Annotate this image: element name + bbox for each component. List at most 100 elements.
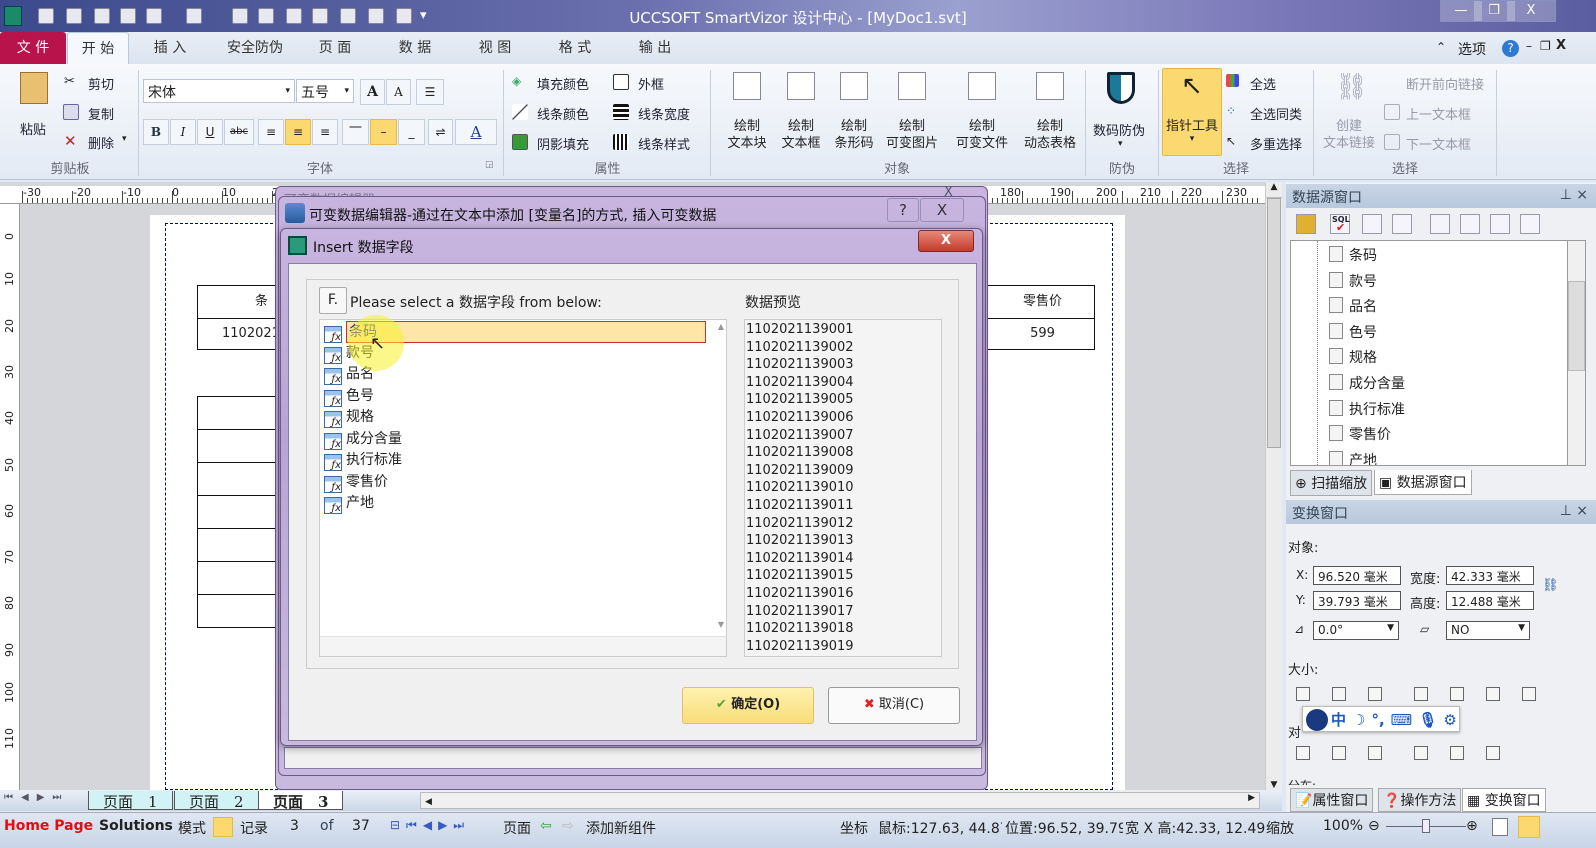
field-list[interactable]: ▲ ▼ ƒx 条码 ƒx 款号 ƒx 品名 ƒx 色号 ƒx 规格 ƒx 成分含量 ƒx 执行标准 ƒx 零售… <box>319 319 727 657</box>
bold-button[interactable]: B <box>143 119 169 145</box>
tree-item[interactable]: 品名 <box>1329 296 1377 316</box>
mdi-minimize-icon[interactable]: – <box>1526 39 1532 53</box>
draw-variable-image-button[interactable]: 绘制 可变图片 <box>877 70 947 152</box>
underline-button[interactable]: U <box>197 119 223 145</box>
list-item[interactable]: ƒx 成分含量 <box>324 429 402 450</box>
scroll-up-icon[interactable]: ▲ <box>1266 182 1282 198</box>
align-bottom-icon[interactable] <box>1486 746 1500 760</box>
align-top-icon[interactable]: ⎺ <box>342 119 369 145</box>
break-link-button[interactable]: 断开前向链接 <box>1406 74 1484 93</box>
chevron-down-icon[interactable]: ▾ <box>1118 139 1123 149</box>
panel-close-icon[interactable]: × <box>1576 503 1588 519</box>
editor-help-button[interactable]: ? <box>887 198 919 222</box>
sheet-tab-2[interactable]: 页面 2 <box>174 791 259 811</box>
italic-button[interactable]: I <box>170 119 196 145</box>
rotation-select[interactable]: 0.0° ▼ <box>1313 621 1399 640</box>
list-horizontal-scrollbar[interactable] <box>320 636 726 656</box>
align-right-icon[interactable] <box>1368 746 1382 760</box>
select-all-button[interactable]: 全选 <box>1250 74 1276 93</box>
list-item[interactable]: ƒx 款号 <box>324 343 374 364</box>
horizontal-scrollbar[interactable]: ◀ ▶ <box>420 792 1260 809</box>
ime-toolbar[interactable]: 中 ☽ °, ⌨ 🎙 ⚙ <box>1302 706 1460 732</box>
scale-width-icon[interactable] <box>1332 687 1346 701</box>
shadow-fill-button[interactable]: 阴影填充 <box>537 134 589 153</box>
list-item[interactable]: ƒx 品名 <box>324 364 374 385</box>
data-preview-list[interactable]: 1102021139001 1102021139002 1102021139003 1… <box>744 319 942 657</box>
scale-both-icon[interactable] <box>1296 687 1310 701</box>
scale-height-icon[interactable] <box>1368 687 1382 701</box>
font-dialog-launcher-icon[interactable]: ◲ <box>485 160 494 170</box>
align-left-icon[interactable] <box>1296 746 1310 760</box>
tab-security[interactable]: 安全防伪 <box>210 32 300 64</box>
table-row[interactable] <box>197 429 277 463</box>
cut-button[interactable]: 剪切 <box>88 74 114 93</box>
zoom-slider-thumb[interactable] <box>1422 819 1430 833</box>
ime-punctuation-icon[interactable]: °, <box>1371 711 1384 729</box>
fill-color-button[interactable]: 填充颜色 <box>537 74 589 93</box>
home-page-link[interactable]: Home Page <box>4 818 93 834</box>
tab-page[interactable]: 页 面 <box>305 32 365 64</box>
align-bottom-icon[interactable]: _ <box>398 119 425 145</box>
scroll-left-icon[interactable]: ◀ <box>425 797 432 807</box>
sort-az-icon[interactable] <box>1392 214 1412 234</box>
table-row[interactable] <box>197 594 277 628</box>
cancel-button[interactable]: ✖ 取消(C) <box>828 687 960 724</box>
fit-height-icon[interactable] <box>1522 687 1536 701</box>
tab-data[interactable]: 数 据 <box>385 32 445 64</box>
tree-item[interactable]: 规格 <box>1329 347 1377 367</box>
create-text-link-button[interactable]: 创建 文本链接 <box>1318 118 1380 152</box>
tree-scroll-thumb[interactable] <box>1568 281 1585 371</box>
f-button[interactable]: F. <box>319 287 347 314</box>
paste-button[interactable]: 粘贴 <box>20 119 46 138</box>
page-view-icon[interactable] <box>1492 818 1508 836</box>
tab-output[interactable]: 输 出 <box>625 32 685 64</box>
tree-item[interactable]: 色号 <box>1329 322 1377 342</box>
height-input[interactable]: 12.488 毫米 <box>1446 591 1534 610</box>
sql-check-icon[interactable]: SQL ✔ <box>1330 214 1350 234</box>
panel-close-icon[interactable]: × <box>1576 187 1588 203</box>
sheet-tab-3[interactable]: 页面 3 <box>258 791 344 811</box>
security-button[interactable]: 数码防伪 <box>1093 120 1145 139</box>
draw-dynamic-table-button[interactable]: 绘制 动态表格 <box>1015 70 1085 152</box>
fit-width-icon[interactable] <box>1486 687 1500 701</box>
list-item[interactable]: ƒx 条码 <box>324 321 706 343</box>
shrink-font-button[interactable]: A <box>386 79 411 105</box>
x-input[interactable]: 96.520 毫米 <box>1313 566 1401 585</box>
table-row[interactable] <box>197 561 277 595</box>
ime-chinese-icon[interactable]: 中 <box>1331 711 1346 729</box>
collapse-ribbon-icon[interactable]: ⌃ <box>1436 40 1446 54</box>
font-color-button[interactable]: A <box>455 119 497 145</box>
align-center-icon[interactable]: ≡ <box>285 119 311 145</box>
mdi-close-icon[interactable]: X <box>1556 38 1566 53</box>
ime-keyboard-icon[interactable]: ⌨ <box>1391 711 1413 729</box>
ime-halfwidth-icon[interactable]: ☽ <box>1352 711 1365 729</box>
mode-icon[interactable] <box>213 817 233 837</box>
pin-icon[interactable]: ⊥ <box>1560 187 1572 203</box>
record-number[interactable]: 3 <box>290 818 299 834</box>
scroll-thumb[interactable] <box>1267 198 1281 448</box>
edit-field-icon[interactable] <box>1460 214 1480 234</box>
skew-select[interactable]: NO ▼ <box>1446 621 1530 640</box>
select-same-button[interactable]: 全选同类 <box>1250 104 1302 123</box>
font-size-select[interactable]: 五号 ▾ <box>296 79 354 103</box>
tab-home[interactable]: 开 始 <box>67 32 129 64</box>
back-arrow-icon[interactable]: ⇦ <box>540 818 552 834</box>
grow-font-button[interactable]: A <box>360 79 385 105</box>
align-left-icon[interactable]: ≡ <box>258 119 284 145</box>
close-button[interactable]: X <box>1506 0 1556 22</box>
panel-tab-scan-zoom[interactable]: ⊕ 扫描缩放 <box>1290 470 1373 496</box>
mdi-restore-icon[interactable]: ❐ <box>1540 39 1551 53</box>
align-vcenter-icon[interactable] <box>1450 746 1464 760</box>
next-textbox-button[interactable]: 下一文本框 <box>1406 134 1471 153</box>
tab-format[interactable]: 格 式 <box>545 32 605 64</box>
zoom-in-icon[interactable]: ⊕ <box>1466 818 1478 834</box>
forward-arrow-icon[interactable]: ⇨ <box>562 818 574 834</box>
tab-file[interactable]: 文 件 <box>0 32 66 64</box>
list-scroll-up-icon[interactable]: ▲ <box>718 322 724 331</box>
list-item[interactable]: ƒx 产地 <box>324 493 374 514</box>
panel-tab-datasource[interactable]: ▣ 数据源窗口 <box>1374 470 1472 495</box>
list-item[interactable]: ƒx 规格 <box>324 407 374 428</box>
dialog-close-button[interactable]: X <box>918 230 974 252</box>
border-button[interactable]: 外框 <box>638 74 664 93</box>
sheet-tab-1[interactable]: 页面 1 <box>88 791 173 811</box>
